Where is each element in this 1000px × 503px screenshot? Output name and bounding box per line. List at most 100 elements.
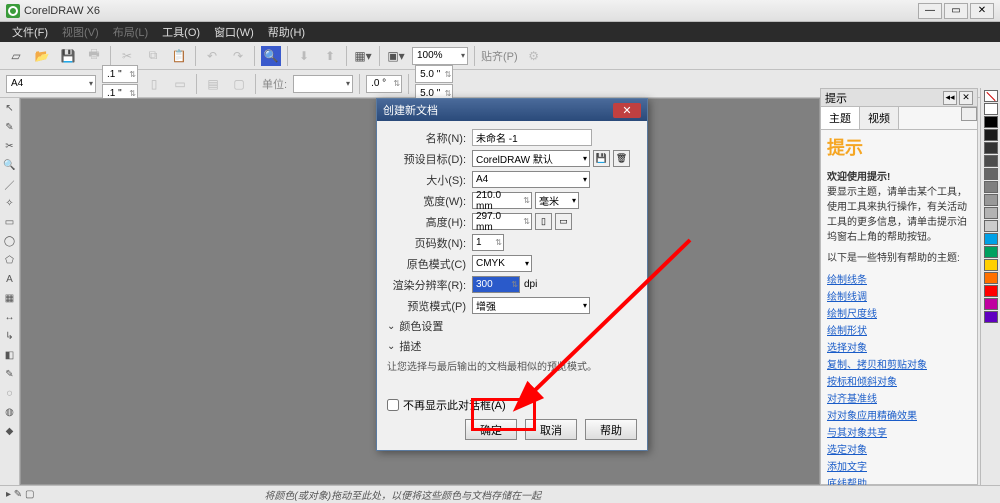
hint-link[interactable]: 绘制尺度线	[827, 304, 971, 321]
redo-icon[interactable]: ↷	[228, 46, 248, 66]
size-combo[interactable]: A4	[472, 171, 590, 188]
dont-show-check-input[interactable]	[387, 399, 399, 411]
undo-icon[interactable]: ↶	[202, 46, 222, 66]
hint-link[interactable]: 复制、拷贝和剪贴对象	[827, 355, 971, 372]
welcome-icon[interactable]: ▣▾	[386, 46, 406, 66]
menu-layout[interactable]: 布局(L)	[107, 22, 154, 42]
snap-menu[interactable]: 贴齐(P)	[481, 48, 518, 64]
app-launch-icon[interactable]: ▦▾	[353, 46, 373, 66]
docker-close-icon[interactable]: ✕	[959, 91, 973, 105]
hint-link[interactable]: 添加文字	[827, 457, 971, 474]
hint-link[interactable]: 按标和倾斜对象	[827, 372, 971, 389]
color-swatch[interactable]	[984, 168, 998, 180]
maximize-button[interactable]: ▭	[944, 3, 968, 19]
color-swatch[interactable]	[984, 194, 998, 206]
cancel-button[interactable]: 取消	[525, 419, 577, 440]
landscape-icon[interactable]: ▭	[170, 74, 190, 94]
hint-link[interactable]: 绘制线条	[827, 270, 971, 287]
color-swatch[interactable]	[984, 207, 998, 219]
menu-help[interactable]: 帮助(H)	[262, 22, 311, 42]
orient-portrait-icon[interactable]: ▯	[535, 213, 552, 230]
menu-window[interactable]: 窗口(W)	[208, 22, 260, 42]
eyedropper-tool-icon[interactable]: ✎	[2, 366, 18, 382]
color-swatch[interactable]	[984, 220, 998, 232]
color-swatch[interactable]	[984, 233, 998, 245]
ok-button[interactable]: 确定	[465, 419, 517, 440]
interactive-fill-icon[interactable]: ◆	[2, 423, 18, 439]
help-button[interactable]: 帮助	[585, 419, 637, 440]
table-tool-icon[interactable]: ▦	[2, 290, 18, 306]
menu-tools[interactable]: 工具(O)	[156, 22, 206, 42]
color-settings-section[interactable]: 颜色设置	[387, 318, 637, 334]
crop-tool-icon[interactable]: ✂	[2, 138, 18, 154]
pages-spin[interactable]: 1	[472, 234, 504, 251]
color-swatch[interactable]	[984, 155, 998, 167]
polygon-tool-icon[interactable]: ⬠	[2, 252, 18, 268]
nudge-spin[interactable]: .0 °	[366, 75, 402, 93]
all-pages-icon[interactable]: ▤	[203, 74, 223, 94]
hint-link[interactable]: 与其对象共享	[827, 423, 971, 440]
options-icon[interactable]: ⚙	[524, 46, 544, 66]
color-swatch[interactable]	[984, 246, 998, 258]
no-color-swatch[interactable]	[984, 90, 998, 102]
preset-combo[interactable]: CorelDRAW 默认	[472, 150, 590, 167]
hint-link[interactable]: 选定对象	[827, 440, 971, 457]
color-swatch[interactable]	[984, 116, 998, 128]
description-section[interactable]: 描述	[387, 338, 637, 354]
hint-link[interactable]: 对齐基准线	[827, 389, 971, 406]
width-unit-combo[interactable]: 毫米	[535, 192, 579, 209]
color-swatch[interactable]	[984, 285, 998, 297]
copy-icon[interactable]: ⧉	[143, 46, 163, 66]
current-page-icon[interactable]: ▢	[229, 74, 249, 94]
docker-prev-icon[interactable]: ◂◂	[943, 91, 957, 105]
cut-icon[interactable]: ✂	[117, 46, 137, 66]
tab-videos[interactable]: 视频	[860, 107, 899, 129]
color-swatch[interactable]	[984, 129, 998, 141]
color-swatch[interactable]	[984, 259, 998, 271]
resolution-spin[interactable]: 300	[472, 276, 520, 293]
hint-link[interactable]: 对对象应用精确效果	[827, 406, 971, 423]
hint-link[interactable]: 绘制线调	[827, 287, 971, 304]
search-icon[interactable]: 🔍	[261, 46, 281, 66]
colormode-combo[interactable]: CMYK	[472, 255, 532, 272]
freehand-tool-icon[interactable]: ／	[2, 176, 18, 192]
save-icon[interactable]: 💾	[58, 46, 78, 66]
ellipse-tool-icon[interactable]: ◯	[2, 233, 18, 249]
text-tool-icon[interactable]: A	[2, 271, 18, 287]
page-size-combo[interactable]: A4	[6, 75, 96, 93]
dimension-tool-icon[interactable]: ↔	[2, 309, 18, 325]
minimize-button[interactable]: ―	[918, 3, 942, 19]
fill-tool-icon[interactable]: ◍	[2, 404, 18, 420]
outline-tool-icon[interactable]: ◌	[2, 385, 18, 401]
hint-link[interactable]: 绘制形状	[827, 321, 971, 338]
open-icon[interactable]: 📂	[32, 46, 52, 66]
color-swatch[interactable]	[984, 311, 998, 323]
import-icon[interactable]: ⬇	[294, 46, 314, 66]
zoom-combo[interactable]: 100%	[412, 47, 468, 65]
color-swatch[interactable]	[984, 142, 998, 154]
close-button[interactable]: ✕	[970, 3, 994, 19]
print-icon[interactable]: 🖶	[84, 46, 104, 66]
dont-show-checkbox[interactable]: 不再显示此对话框(A)	[387, 397, 637, 413]
menu-view[interactable]: 视图(V)	[56, 22, 105, 42]
width-spin[interactable]: 210.0 mm	[472, 192, 532, 209]
preset-save-icon[interactable]: 💾	[593, 150, 610, 167]
connector-tool-icon[interactable]: ↳	[2, 328, 18, 344]
portrait-icon[interactable]: ▯	[144, 74, 164, 94]
preset-delete-icon[interactable]: 🗑	[613, 150, 630, 167]
menu-file[interactable]: 文件(F)	[6, 22, 54, 42]
color-swatch[interactable]	[984, 181, 998, 193]
color-swatch[interactable]	[984, 103, 998, 115]
dup-x-spin[interactable]: 5.0 "	[415, 65, 453, 83]
shape-tool-icon[interactable]: ✎	[2, 119, 18, 135]
orient-landscape-icon[interactable]: ▭	[555, 213, 572, 230]
help-book-icon[interactable]	[961, 107, 977, 121]
page-width-spin[interactable]: .1 "	[102, 65, 138, 83]
preview-combo[interactable]: 增强	[472, 297, 590, 314]
new-icon[interactable]: ▱	[6, 46, 26, 66]
dialog-close-icon[interactable]: ✕	[613, 103, 641, 118]
hint-link[interactable]: 选择对象	[827, 338, 971, 355]
units-combo[interactable]	[293, 75, 353, 93]
zoom-tool-icon[interactable]: 🔍	[2, 157, 18, 173]
pick-tool-icon[interactable]: ↖	[2, 100, 18, 116]
